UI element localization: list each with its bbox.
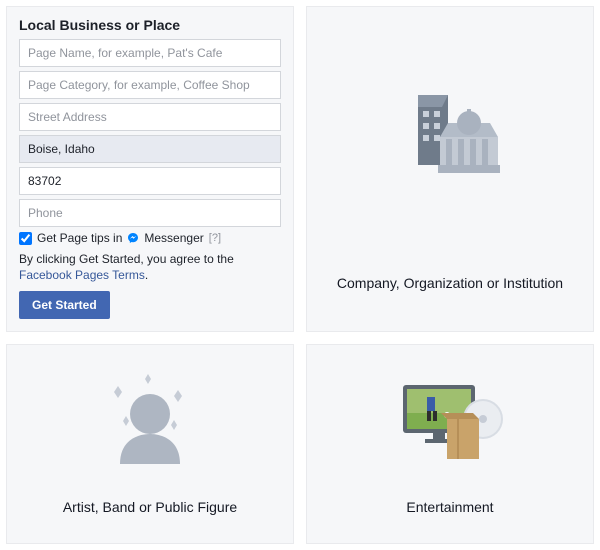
legal-suffix: . [145,268,148,282]
tile-artist[interactable]: Artist, Band or Public Figure [6,344,294,544]
page-category-input[interactable] [19,71,281,99]
page-name-input[interactable] [19,39,281,67]
page-tips-checkbox[interactable] [19,232,32,245]
choice-label: Company, Organization or Institution [337,275,563,291]
legal-text: By clicking Get Started, you agree to th… [19,251,281,283]
tile-local-business: Local Business or Place Get Page tips in… [6,6,294,332]
page-tips-row[interactable]: Get Page tips in Messenger [?] [19,231,281,245]
legal-link[interactable]: Facebook Pages Terms [19,268,145,282]
zip-input[interactable] [19,167,281,195]
city-input[interactable] [19,135,281,163]
street-address-input[interactable] [19,103,281,131]
entertainment-icon [319,355,581,491]
page-tips-brand: Messenger [144,231,203,245]
legal-prefix: By clicking Get Started, you agree to th… [19,252,234,266]
messenger-icon [127,232,139,244]
help-icon[interactable]: [?] [209,232,221,244]
tile-entertainment[interactable]: Entertainment [306,344,594,544]
tile-company[interactable]: Company, Organization or Institution [306,6,594,332]
section-title: Local Business or Place [19,17,281,33]
choice-label: Entertainment [406,499,493,515]
page-tips-label-prefix: Get Page tips in [37,231,122,245]
choice-label: Artist, Band or Public Figure [63,499,237,515]
phone-input[interactable] [19,199,281,227]
get-started-button[interactable]: Get Started [19,291,110,319]
artist-icon [19,355,281,491]
company-icon [319,17,581,267]
